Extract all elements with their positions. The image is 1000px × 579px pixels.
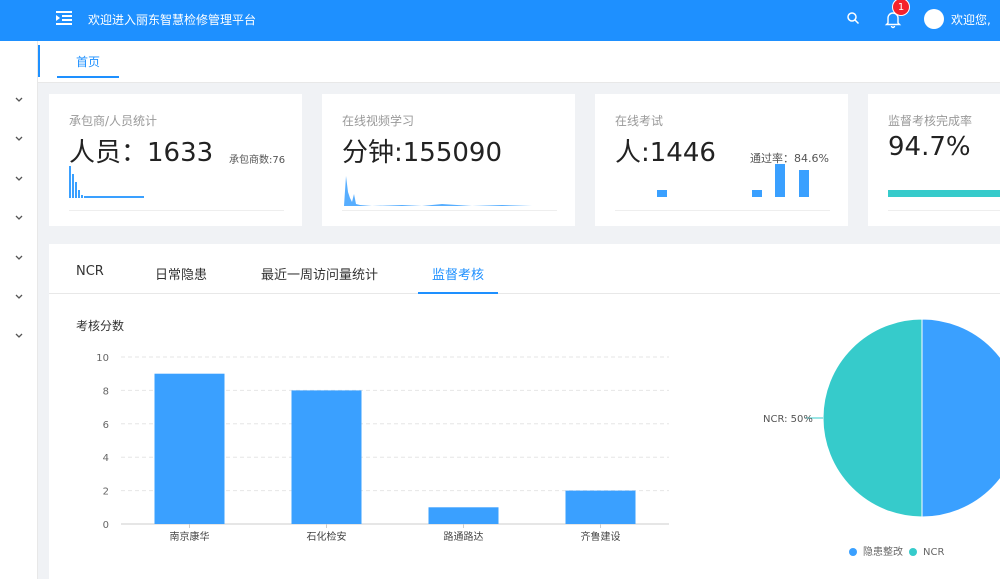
- bar: [428, 507, 499, 524]
- tab-home[interactable]: 首页: [76, 53, 100, 70]
- card-divider: [342, 210, 557, 211]
- legend-dot: [909, 548, 917, 556]
- legend-dot: [849, 548, 857, 556]
- y-tick-label: 2: [103, 487, 109, 498]
- menu-fold-icon[interactable]: [55, 9, 73, 27]
- card-divider: [888, 210, 1000, 211]
- card-supervision-rate: 监督考核完成率 94.7%: [868, 94, 1000, 226]
- welcome-text[interactable]: 欢迎您,: [951, 11, 991, 28]
- tab-weekly-visits[interactable]: 最近一周访问量统计: [261, 264, 378, 283]
- x-tick-label: 南京康华: [170, 530, 210, 543]
- x-tick-label: 齐鲁建设: [581, 530, 621, 543]
- page-tabbar: 首页: [38, 41, 1000, 83]
- tabbar-accent: [38, 45, 40, 77]
- pie-chart: NCR: 50% 隐患整改 NCR: [763, 318, 1000, 558]
- card-label: 承包商/人员统计: [69, 114, 158, 128]
- bar-chart-title: 考核分数: [76, 319, 125, 333]
- card-online-exam: 在线考试 人:1446 通过率：84.6%: [595, 94, 848, 226]
- mini-area-chart: [342, 176, 557, 206]
- chevron-down-icon[interactable]: [14, 213, 24, 223]
- bar-chart: 0 2 4 6 8 10 南京康华 石化检安 路通路达 齐鲁建设: [96, 353, 669, 543]
- active-tab-underline: [418, 292, 498, 294]
- card-divider: [615, 210, 830, 211]
- y-tick-label: 0: [103, 520, 109, 531]
- mini-bar-chart: [657, 164, 809, 197]
- avatar[interactable]: [924, 9, 944, 29]
- card-value: 分钟:155090: [342, 138, 503, 168]
- bar: [154, 373, 225, 524]
- pie-slice: [822, 318, 923, 518]
- sidebar: [0, 41, 38, 579]
- card-label: 监督考核完成率: [888, 114, 973, 128]
- chevron-down-icon[interactable]: [14, 174, 24, 184]
- y-tick-label: 8: [103, 386, 109, 397]
- card-value: 94.7%: [888, 132, 971, 162]
- chevron-down-icon[interactable]: [14, 134, 24, 144]
- tab-home-underline: [57, 76, 119, 78]
- tab-ncr[interactable]: NCR: [76, 264, 104, 279]
- top-header: 欢迎进入丽东智慧检修管理平台 1 欢迎您,: [0, 0, 1000, 41]
- legend-label: 隐患整改: [863, 545, 903, 558]
- search-icon[interactable]: [846, 11, 860, 25]
- card-divider: [69, 210, 284, 211]
- pie-slice: [921, 318, 1000, 518]
- main-panel: NCR 日常隐患 最近一周访问量统计 监督考核 考核分数 0 2 4 6 8 10 南京康华…: [49, 244, 1000, 579]
- mini-bar-chart: [69, 166, 144, 198]
- chevron-down-icon[interactable]: [14, 95, 24, 105]
- card-video-learning: 在线视频学习 分钟:155090: [322, 94, 575, 226]
- tab-daily-hazard[interactable]: 日常隐患: [155, 264, 207, 283]
- bar: [565, 490, 636, 524]
- pie-label: NCR: 50%: [763, 414, 813, 425]
- tab-supervision[interactable]: 监督考核: [432, 264, 484, 283]
- x-tick-label: 路通路达: [444, 530, 484, 543]
- card-contractor-stats: 承包商/人员统计 人员：1633 承包商数:76: [49, 94, 302, 226]
- card-label: 在线视频学习: [342, 114, 415, 128]
- completion-progress-bar: [888, 190, 1000, 197]
- x-tick-label: 石化检安: [307, 530, 347, 543]
- legend-label: NCR: [923, 547, 944, 558]
- chevron-down-icon[interactable]: [14, 331, 24, 341]
- y-tick-label: 4: [103, 453, 109, 464]
- bar: [291, 390, 362, 524]
- chevron-down-icon[interactable]: [14, 292, 24, 302]
- card-label: 在线考试: [615, 114, 664, 128]
- notification-badge: 1: [892, 0, 910, 16]
- panel-tabs: NCR 日常隐患 最近一周访问量统计 监督考核: [49, 244, 1000, 294]
- app-title: 欢迎进入丽东智慧检修管理平台: [88, 13, 257, 27]
- y-tick-label: 6: [103, 420, 109, 431]
- chevron-down-icon[interactable]: [14, 253, 24, 263]
- y-tick-label: 10: [96, 353, 109, 364]
